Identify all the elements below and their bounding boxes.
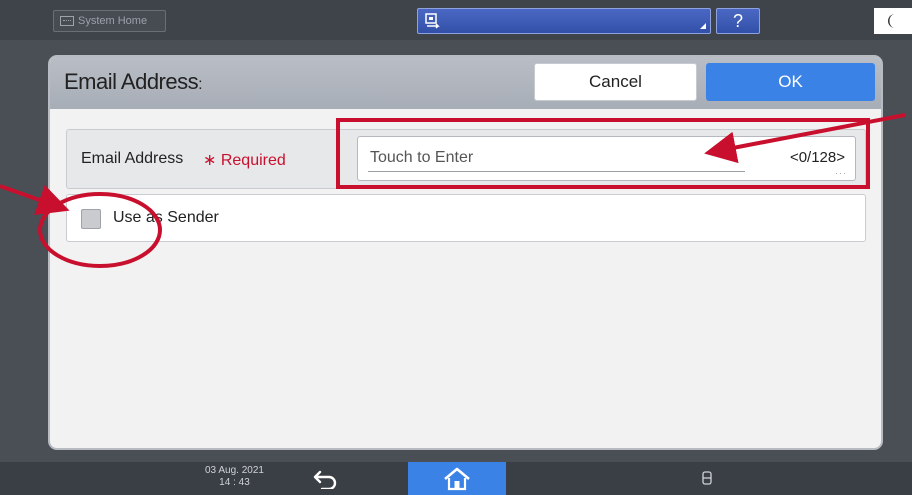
required-indicator: ∗ Required	[203, 152, 286, 169]
ok-button[interactable]: OK	[706, 63, 875, 101]
date-text: 03 Aug. 2021	[205, 465, 264, 476]
grid-icon	[60, 16, 74, 26]
help-icon: ?	[732, 10, 743, 31]
storage-icon	[702, 471, 712, 485]
cancel-button[interactable]: Cancel	[534, 63, 697, 101]
email-address-label: Email Address	[81, 150, 184, 167]
email-placeholder: Touch to Enter	[370, 149, 474, 166]
top-status-bar: System Home ?	[0, 0, 912, 40]
time-text: 14 : 43	[219, 477, 250, 488]
night-mode-button[interactable]	[874, 8, 912, 34]
app-switch-field[interactable]	[417, 8, 711, 34]
email-address-row: Email Address ∗ Required Touch to Enter …	[66, 129, 866, 189]
use-as-sender-label: Use as Sender	[113, 209, 219, 226]
character-count: <0/128>	[789, 149, 845, 166]
use-as-sender-checkbox[interactable]	[81, 209, 101, 229]
email-address-input[interactable]: Touch to Enter <0/128> ···	[357, 136, 856, 181]
back-button[interactable]	[305, 466, 345, 492]
bottom-bar: 03 Aug. 2021 14 : 43	[0, 462, 912, 495]
email-address-dialog: Email Address: Cancel OK Email Address ∗…	[48, 55, 883, 450]
help-button[interactable]: ?	[716, 8, 760, 34]
app-switch-icon	[425, 13, 440, 29]
home-button[interactable]	[408, 462, 506, 495]
input-underline	[368, 171, 745, 172]
system-home-label: System Home	[78, 15, 148, 27]
back-arrow-icon	[313, 470, 337, 489]
use-as-sender-row[interactable]: Use as Sender	[66, 194, 866, 242]
dialog-header: Email Address: Cancel OK	[50, 57, 881, 109]
home-icon	[444, 467, 470, 490]
dialog-title: Email Address:	[64, 69, 203, 94]
system-home-button[interactable]: System Home	[53, 10, 166, 32]
date-time: 03 Aug. 2021 14 : 43	[205, 465, 264, 489]
dropdown-corner-icon	[700, 23, 706, 29]
ellipsis-icon: ···	[835, 168, 847, 178]
moon-icon	[888, 14, 895, 28]
